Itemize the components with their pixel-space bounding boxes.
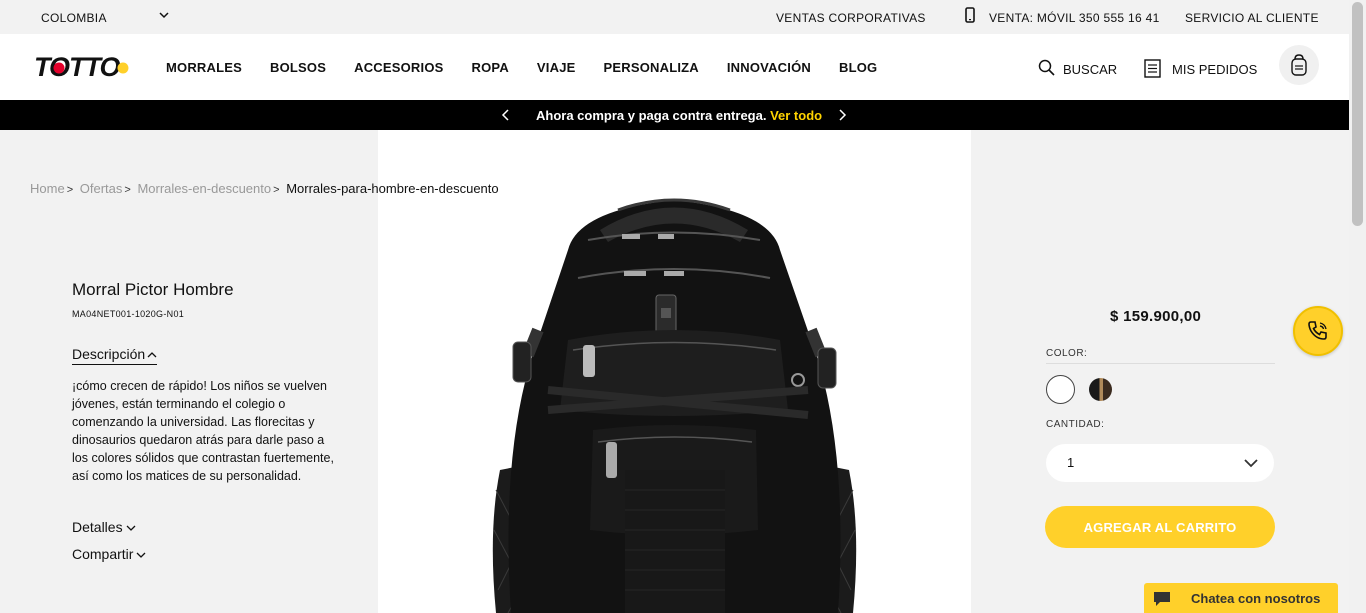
customer-service-link[interactable]: SERVICIO AL CLIENTE	[1185, 11, 1319, 25]
main-header: TOTTO MORRALES BOLSOS ACCESORIOS ROPA VI…	[0, 34, 1349, 100]
my-orders-button[interactable]: MIS PEDIDOS	[1172, 62, 1257, 77]
color-swatch-black-brown[interactable]	[1089, 378, 1112, 401]
nav-item-bolsos[interactable]: BOLSOS	[270, 60, 326, 75]
divider	[1046, 363, 1275, 364]
nav-item-morrales[interactable]: MORRALES	[166, 60, 242, 75]
top-bar: COLOMBIA VENTAS CORPORATIVAS VENTA: MÓVI…	[0, 0, 1349, 34]
color-swatch-white[interactable]	[1046, 375, 1075, 404]
breadcrumb-item-home[interactable]: Home	[30, 181, 65, 196]
promo-banner: Ahora compra y paga contra entrega. Ver …	[0, 100, 1349, 130]
nav-item-blog[interactable]: BLOG	[839, 60, 877, 75]
search-icon[interactable]	[1038, 59, 1055, 76]
chevron-down-icon[interactable]	[158, 9, 170, 21]
product-image[interactable]	[378, 130, 971, 613]
country-selector[interactable]: COLOMBIA	[41, 11, 107, 25]
scrollbar-thumb[interactable]	[1352, 2, 1363, 226]
add-to-cart-button[interactable]: AGREGAR AL CARRITO	[1045, 506, 1275, 548]
chevron-down-icon	[1244, 459, 1258, 468]
backpack-icon	[1291, 54, 1307, 76]
chat-label: Chatea con nosotros	[1191, 591, 1321, 606]
product-description: ¡cómo crecen de rápido! Los niños se vue…	[72, 379, 334, 483]
totto-logo[interactable]: TOTTO	[34, 51, 136, 83]
backpack-image	[492, 198, 857, 613]
nav-item-innovacion[interactable]: INNOVACIÓN	[727, 60, 811, 75]
phone-icon	[965, 7, 975, 23]
share-title: Compartir	[72, 546, 134, 562]
search-button[interactable]: BUSCAR	[1063, 62, 1117, 77]
call-button[interactable]	[1293, 306, 1343, 356]
details-title: Detalles	[72, 519, 123, 535]
nav-item-accesorios[interactable]: ACCESORIOS	[354, 60, 443, 75]
chevron-right-icon: >	[273, 184, 280, 196]
chat-icon	[1154, 592, 1170, 606]
nav-item-viaje[interactable]: VIAJE	[537, 60, 576, 75]
sales-phone-link[interactable]: VENTA: MÓVIL 350 555 16 41	[989, 11, 1160, 25]
color-label: COLOR:	[1046, 348, 1088, 359]
description-toggle[interactable]: Descripción	[72, 346, 158, 365]
chevron-down-icon	[137, 552, 146, 558]
corporate-sales-link[interactable]: VENTAS CORPORATIVAS	[776, 11, 926, 25]
product-price: $ 159.900,00	[1110, 308, 1202, 325]
breadcrumb-current: Morrales-para-hombre-en-descuento	[286, 181, 499, 196]
quantity-value: 1	[1067, 455, 1075, 470]
breadcrumb-item-ofertas[interactable]: Ofertas	[80, 181, 123, 196]
chevron-right-icon[interactable]	[836, 108, 848, 122]
promo-link[interactable]: Ver todo	[770, 108, 822, 123]
svg-text:TOTTO: TOTTO	[34, 52, 121, 82]
breadcrumb-item-morrales-descuento[interactable]: Morrales-en-descuento	[137, 181, 271, 196]
details-toggle[interactable]: Detalles	[72, 519, 136, 535]
page-scrollbar[interactable]	[1349, 0, 1366, 613]
promo-text: Ahora compra y paga contra entrega.	[536, 108, 767, 123]
chevron-right-icon: >	[124, 184, 131, 196]
chevron-up-icon	[147, 352, 157, 358]
phone-call-icon	[1308, 321, 1327, 340]
product-sku: MA04NET001-1020G-N01	[72, 309, 185, 319]
product-name: Morral Pictor Hombre	[72, 280, 234, 299]
main-nav: MORRALES BOLSOS ACCESORIOS ROPA VIAJE PE…	[166, 60, 905, 75]
cart-button[interactable]	[1279, 45, 1319, 85]
chat-widget[interactable]: Chatea con nosotros	[1144, 583, 1338, 613]
chevron-right-icon: >	[66, 184, 74, 196]
breadcrumb: Home > Ofertas > Morrales-en-descuento > Mo…	[30, 181, 499, 196]
nav-item-personaliza[interactable]: PERSONALIZA	[604, 60, 699, 75]
description-title: Descripción	[72, 346, 146, 362]
share-toggle[interactable]: Compartir	[72, 546, 146, 562]
quantity-select[interactable]: 1	[1046, 444, 1274, 482]
chevron-down-icon	[126, 525, 136, 531]
nav-item-ropa[interactable]: ROPA	[472, 60, 509, 75]
orders-icon[interactable]	[1144, 59, 1161, 78]
promo-message: Ahora compra y paga contra entrega. Ver …	[536, 108, 822, 123]
quantity-label: CANTIDAD:	[1046, 419, 1105, 430]
chevron-left-icon[interactable]	[500, 108, 512, 122]
